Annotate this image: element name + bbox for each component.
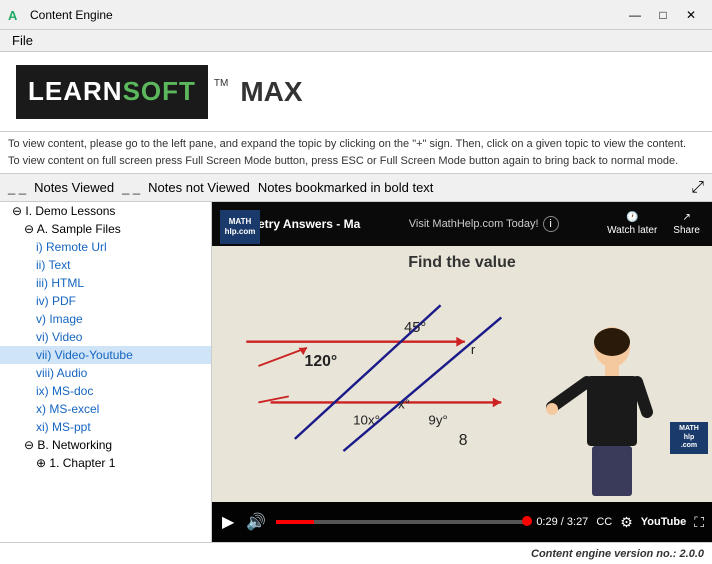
info-button[interactable]: i [543,216,559,232]
logo-learn: LEARN [28,76,123,107]
tree-item-v[interactable]: v) Image [0,310,211,328]
play-button[interactable]: ▶ [220,510,236,534]
wb-title: Find the value [408,254,516,272]
menu-bar: File [0,30,712,52]
content-panel: MATH hlp.com Geometry Answers - Ma Visit… [212,202,712,542]
share-button[interactable]: ↗ Share [673,212,700,236]
yt-banner-left: MATH hlp.com Geometry Answers - Ma [224,217,360,231]
title-bar: A Content Engine — □ ✕ [0,0,712,30]
svg-text:120°: 120° [305,353,338,370]
math-logo-text: MATH hlp.com [225,217,256,236]
status-bar: Content engine version no.: 2.0.0 [0,542,712,564]
main-content: ⊖ I. Demo Lessons ⊖ A. Sample Files i) R… [0,202,712,542]
tree-item-xi[interactable]: xi) MS-ppt [0,418,211,436]
video-bg: MATH hlp.com Geometry Answers - Ma Visit… [212,202,712,502]
logo-max: MAX [240,76,302,108]
logo-soft: SOFT [123,76,196,107]
tree-item-b1[interactable]: ⊕ 1. Chapter 1 [0,454,211,472]
tree-item-i[interactable]: i) Remote Url [0,238,211,256]
math-logo-br: MATHhlp.com [670,422,708,454]
cc-button[interactable]: CC [596,516,612,528]
tree-item-b[interactable]: ⊖ B. Networking [0,436,211,454]
info-line2: To view content on full screen press Ful… [8,153,704,170]
expand-icon[interactable]: ⤢ [691,179,704,197]
logo-box: LEARNSOFT [16,65,208,119]
minimize-button[interactable]: — [622,4,648,26]
svg-text:10x°: 10x° [353,412,380,427]
svg-text:x°: x° [398,396,410,411]
tree-item-root[interactable]: ⊖ I. Demo Lessons [0,202,211,220]
youtube-logo: YouTube [641,516,686,528]
progress-fill [276,520,314,524]
time-display: 0:29 / 3:27 [536,516,588,528]
tree-panel: ⊖ I. Demo Lessons ⊖ A. Sample Files i) R… [0,202,212,542]
tree-item-iv[interactable]: iv) PDF [0,292,211,310]
info-line1: To view content, please go to the left p… [8,136,704,153]
tree-item-a[interactable]: ⊖ A. Sample Files [0,220,211,238]
yt-right-btns: 🕐 Watch later ↗ Share [607,212,700,236]
settings-button[interactable]: ⚙ [620,514,633,531]
svg-text:8: 8 [459,432,468,449]
title-bar-text: Content Engine [30,8,113,22]
bookmarked-label: Notes bookmarked in bold text [258,180,434,195]
teacher-figure [542,322,672,502]
version-text: Content engine version no.: 2.0.0 [531,548,704,560]
geometry-svg: 120° 45° 10x° x° 9y° 8 r [222,281,562,475]
yt-banner: MATH hlp.com Geometry Answers - Ma Visit… [212,202,712,246]
logo-tm: TM [214,78,228,89]
viewed-label: Notes Viewed [34,180,114,195]
fullscreen-button[interactable]: ⛶ [694,514,704,531]
tree-item-viii[interactable]: viii) Audio [0,364,211,382]
svg-text:9y°: 9y° [428,412,447,427]
watch-later-button[interactable]: 🕐 Watch later [607,212,657,236]
viewed-dash: _ _ [8,180,26,195]
video-wrapper: MATH hlp.com Geometry Answers - Ma Visit… [212,202,712,542]
tree-item-iii[interactable]: iii) HTML [0,274,211,292]
yt-visit-area: Visit MathHelp.com Today! i [409,216,559,232]
yt-visit-text: Visit MathHelp.com Today! [409,218,539,230]
tree-item-vi[interactable]: vi) Video [0,328,211,346]
not-viewed-label: Notes not Viewed [148,180,250,195]
tree-item-vii[interactable]: vii) Video-Youtube [0,346,211,364]
volume-button[interactable]: 🔊 [244,510,268,534]
progress-dot [522,516,532,526]
tree-item-ix[interactable]: ix) MS-doc [0,382,211,400]
logo-container: LEARNSOFT TM MAX [16,65,303,119]
logo-area: LEARNSOFT TM MAX [0,52,712,132]
title-bar-controls: — □ ✕ [622,4,704,26]
close-button[interactable]: ✕ [678,4,704,26]
info-bar: To view content, please go to the left p… [0,132,712,174]
svg-text:r: r [471,342,476,357]
file-menu[interactable]: File [4,31,41,50]
whiteboard: Find the value [212,246,712,502]
svg-text:A: A [8,8,18,23]
video-controls: ▶ 🔊 0:29 / 3:27 CC ⚙ YouTube ⛶ [212,502,712,542]
tree-item-x[interactable]: x) MS-excel [0,400,211,418]
svg-text:45°: 45° [404,320,426,336]
progress-bar[interactable] [276,520,528,524]
not-viewed-dash: _ _ [122,180,140,195]
tree-item-ii[interactable]: ii) Text [0,256,211,274]
maximize-button[interactable]: □ [650,4,676,26]
app-icon: A [8,7,24,23]
math-logo-overlay: MATH hlp.com [220,210,260,244]
legend-bar: _ _ Notes Viewed _ _ Notes not Viewed No… [0,174,712,202]
